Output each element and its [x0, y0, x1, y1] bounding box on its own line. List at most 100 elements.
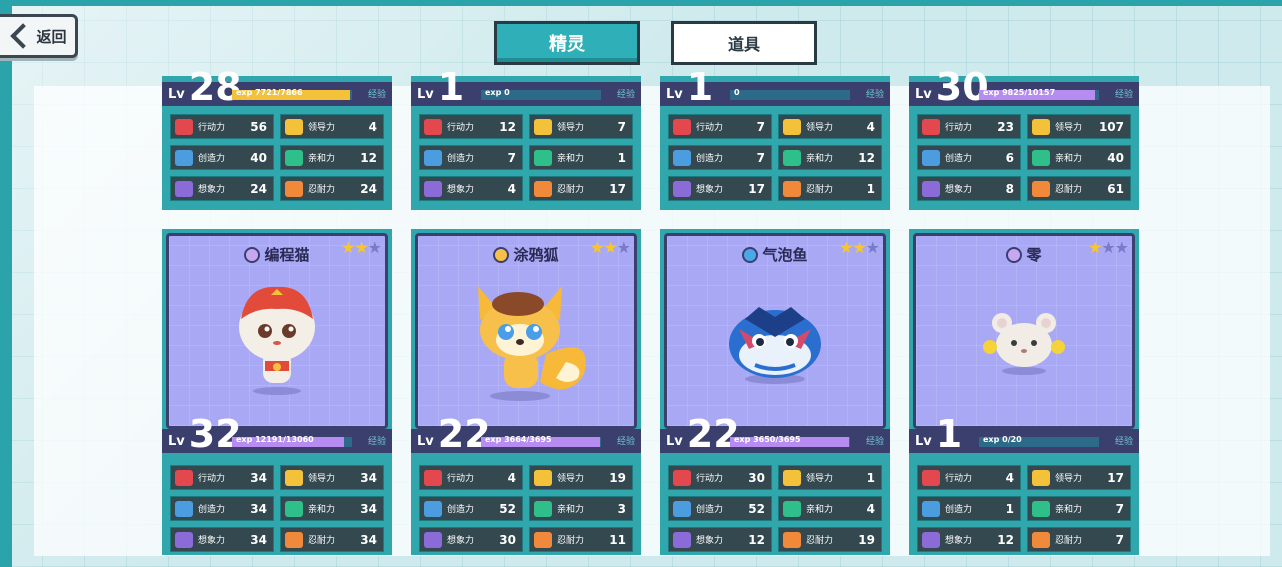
exp-progress-bar: exp 0 — [481, 88, 601, 100]
stat-cell: 忍耐力 7 — [1027, 527, 1131, 552]
level-bar: Lv 1 0 经验 — [660, 68, 890, 106]
stats-grid: 行动力 4 领导力 19 创造力 52 亲和力 3 想象力 30 忍耐力 11 — [419, 465, 633, 552]
sprite-card[interactable]: Lv 28 exp 7721/7866 经验 行动力 56 领导力 4 创造力 40 亲和力 1… — [162, 68, 392, 210]
stat-cell: 想象力 30 — [419, 527, 523, 552]
sprite-portrait[interactable]: 涂鸦狐 ★★★ — [415, 233, 637, 429]
sprite-portrait[interactable]: 气泡鱼 ★★★ — [664, 233, 886, 429]
cloud-icon — [673, 531, 691, 548]
stat-value: 12 — [748, 532, 765, 547]
sprite-card[interactable]: 涂鸦狐 ★★★ Lv 22 exp 3664/3695 经验 行动力 4 领导力 19 创… — [411, 229, 641, 555]
sprite-name: 零 — [1026, 246, 1042, 264]
stat-cell: 亲和力 40 — [1027, 145, 1131, 170]
sprite-name: 气泡鱼 — [762, 246, 808, 264]
stats-grid: 行动力 4 领导力 17 创造力 1 亲和力 7 想象力 12 忍耐力 7 — [917, 465, 1131, 552]
level-bar: Lv 30 exp 9825/10157 经验 — [909, 68, 1139, 106]
exp-max: /3695 — [526, 435, 552, 444]
sprite-portrait[interactable]: 零 ★★★ — [913, 233, 1135, 429]
stat-value: 61 — [1107, 181, 1124, 196]
cloud-icon — [424, 531, 442, 548]
sun-icon — [285, 118, 303, 135]
stat-cell: 创造力 34 — [170, 496, 274, 521]
exp-text: exp 0 — [485, 88, 510, 97]
gear-icon — [175, 149, 193, 166]
stat-value: 4 — [368, 119, 377, 134]
smile-icon — [534, 149, 552, 166]
stat-name: 领导力 — [806, 123, 834, 133]
stat-cell: 亲和力 34 — [280, 496, 384, 521]
stats-grid: 行动力 7 领导力 4 创造力 7 亲和力 12 想象力 17 忍耐力 1 — [668, 114, 882, 201]
gear-icon — [922, 149, 940, 166]
stat-cell: 创造力 52 — [419, 496, 523, 521]
stat-name: 行动力 — [945, 123, 973, 133]
sun-icon — [534, 118, 552, 135]
sprite-card[interactable]: Lv 30 exp 9825/10157 经验 行动力 23 领导力 107 创造力 6 亲和… — [909, 68, 1139, 210]
stat-value: 4 — [866, 501, 875, 516]
exp-max: /20 — [1007, 435, 1022, 444]
stat-cell: 行动力 23 — [917, 114, 1021, 139]
stat-value: 34 — [250, 501, 267, 516]
sun-icon — [783, 469, 801, 486]
sprite-card[interactable]: Lv 1 0 经验 行动力 7 领导力 4 创造力 7 亲和力 12 想象力 17 忍耐力 1 — [660, 68, 890, 210]
cloud-icon — [922, 180, 940, 197]
exp-max: /10157 — [1024, 88, 1056, 97]
stat-value: 12 — [499, 119, 516, 134]
tab-sprites[interactable]: 精灵 — [494, 21, 640, 65]
stat-value: 1 — [1005, 501, 1014, 516]
star-icon: ★ — [1087, 238, 1102, 257]
level-display: Lv 1 — [417, 68, 464, 106]
sprite-card[interactable]: 零 ★★★ Lv 1 exp 0/20 经验 行动力 4 领导力 17 创造力 1 亲和力 7 想… — [909, 229, 1139, 555]
sprite-portrait[interactable]: 编程猫 ★★★ — [166, 233, 388, 429]
stat-name: 想象力 — [198, 185, 226, 195]
stat-value: 6 — [1005, 150, 1014, 165]
stat-value: 23 — [997, 119, 1014, 134]
back-button[interactable]: 返回 — [0, 14, 78, 58]
stat-cell: 行动力 34 — [170, 465, 274, 490]
tab-items[interactable]: 道具 — [671, 21, 817, 65]
stat-value: 34 — [360, 501, 377, 516]
sun-icon — [1032, 118, 1050, 135]
star-icon: ★ — [354, 238, 368, 257]
star-icon: ★ — [838, 238, 853, 257]
exp-max: /13060 — [282, 435, 314, 444]
stats-grid: 行动力 56 领导力 4 创造力 40 亲和力 12 想象力 24 忍耐力 24 — [170, 114, 384, 201]
lv-label: Lv — [915, 87, 932, 102]
exp-text: exp 12191/13060 — [236, 435, 314, 444]
exp-progress-bar: exp 3664/3695 — [481, 435, 601, 447]
stat-cell: 想象力 17 — [668, 176, 772, 201]
stat-name: 行动力 — [696, 123, 724, 133]
sprite-card[interactable]: 编程猫 ★★★ Lv 32 exp 12191/13060 经验 行动力 34 领导力… — [162, 229, 392, 555]
stat-cell: 忍耐力 34 — [280, 527, 384, 552]
star-rating: ★★★ — [590, 238, 631, 257]
stat-value: 11 — [609, 532, 626, 547]
stat-cell: 亲和力 4 — [778, 496, 882, 521]
stat-name: 领导力 — [1055, 123, 1083, 133]
house-icon — [1032, 180, 1050, 197]
smile-icon — [534, 500, 552, 517]
exp-prefix: exp — [236, 435, 253, 444]
sprite-card[interactable]: 气泡鱼 ★★★ Lv 22 exp 3650/3695 经验 行动力 30 领导力 1 创… — [660, 229, 890, 555]
exp-prefix: exp — [485, 88, 502, 97]
stat-name: 亲和力 — [1055, 505, 1083, 515]
fox-sprite-image — [456, 274, 596, 408]
level-display: Lv 32 — [168, 415, 242, 453]
sprite-card[interactable]: Lv 1 exp 0 经验 行动力 12 领导力 7 创造力 7 亲和力 1 想象力 4 忍耐力 17 — [411, 68, 641, 210]
stat-value: 40 — [1107, 150, 1124, 165]
level-display: Lv 22 — [666, 415, 740, 453]
stat-value: 3 — [617, 501, 626, 516]
lv-label: Lv — [417, 434, 434, 449]
stat-cell: 行动力 56 — [170, 114, 274, 139]
stat-value: 17 — [748, 181, 765, 196]
exp-text: exp 7721/7866 — [236, 88, 303, 97]
sprite-name: 涂鸦狐 — [513, 246, 559, 264]
stat-value: 17 — [1107, 470, 1124, 485]
exp-prefix: exp — [983, 88, 1000, 97]
exp-progress-bar: exp 0/20 — [979, 435, 1099, 447]
stat-cell: 忍耐力 11 — [529, 527, 633, 552]
stat-name: 想象力 — [696, 185, 724, 195]
stat-name: 领导力 — [557, 123, 585, 133]
stat-cell: 想象力 8 — [917, 176, 1021, 201]
stat-cell: 行动力 7 — [668, 114, 772, 139]
stat-cell: 忍耐力 1 — [778, 176, 882, 201]
gear-icon — [424, 149, 442, 166]
stat-name: 忍耐力 — [806, 185, 834, 195]
